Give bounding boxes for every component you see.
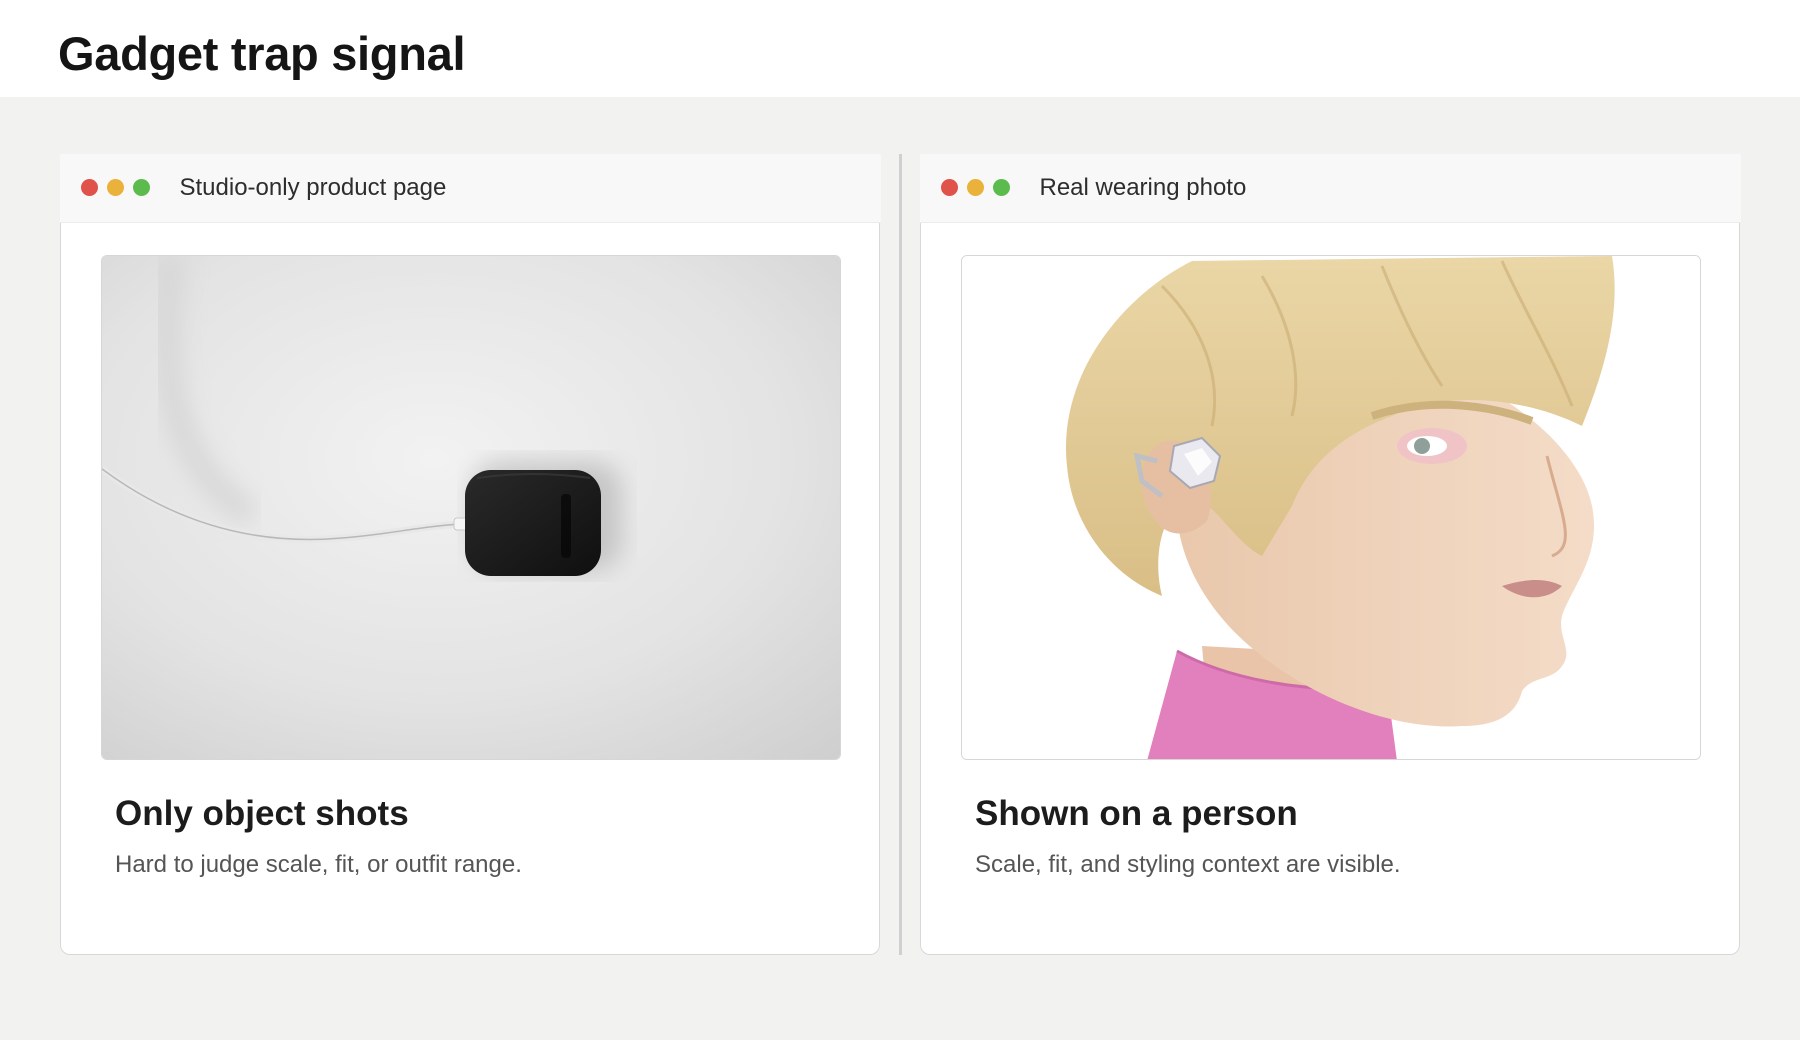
wearing-photo (961, 255, 1701, 760)
window-title: Studio-only product page (179, 174, 447, 201)
product-image (101, 255, 841, 760)
panel-divider (899, 154, 902, 955)
maximize-window-dot-icon[interactable] (132, 179, 150, 196)
close-window-dot-icon[interactable] (940, 179, 958, 196)
card-description: Scale, fit, and styling context are visi… (975, 851, 1401, 878)
window-title: Real wearing photo (1039, 174, 1247, 201)
close-window-dot-icon[interactable] (80, 179, 98, 196)
card-description: Hard to judge scale, fit, or outfit rang… (115, 851, 522, 878)
maximize-window-dot-icon[interactable] (992, 179, 1010, 196)
window-titlebar: Studio-only product page (59, 154, 881, 223)
panel-studio-only: Studio-only product page Only object sho… (59, 154, 881, 955)
page-title: Gadget trap signal (58, 27, 466, 80)
window-titlebar: Real wearing photo (919, 154, 1741, 223)
card-heading: Only object shots (115, 794, 409, 833)
card-heading: Shown on a person (975, 794, 1298, 833)
minimize-window-dot-icon[interactable] (106, 179, 124, 196)
panel-real-wearing: Real wearing photo Shown on a person Sca… (919, 154, 1741, 955)
page-header: Gadget trap signal (0, 0, 1800, 97)
minimize-window-dot-icon[interactable] (966, 179, 984, 196)
